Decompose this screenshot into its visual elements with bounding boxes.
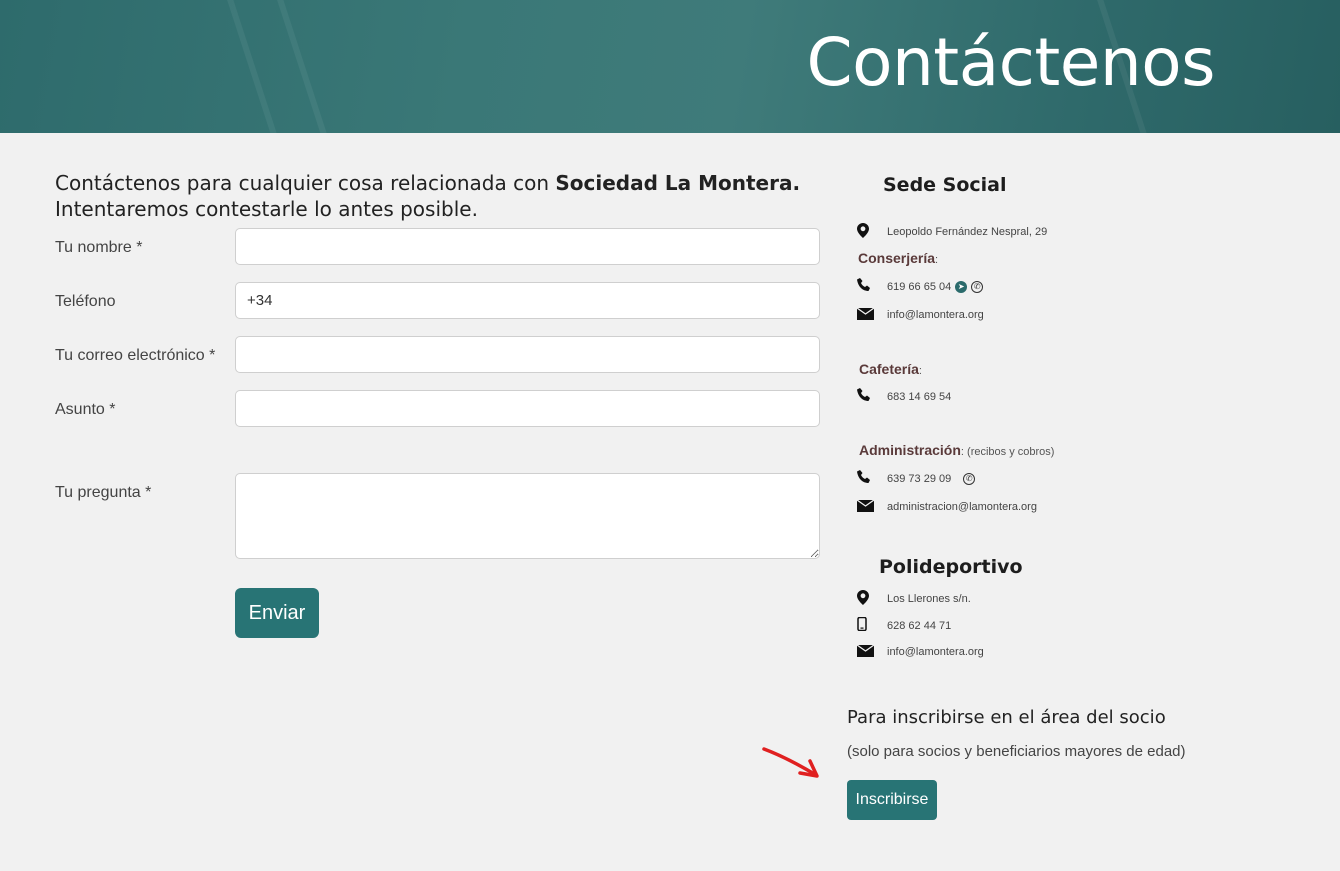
intro-text: Contáctenos para cualquier cosa relacion… [55, 170, 800, 222]
email-row: Tu correo electrónico * [55, 336, 820, 373]
conserjeria-phone: 619 66 65 04 [887, 280, 952, 293]
name-label: Tu nombre * [55, 239, 143, 256]
polideportivo-address-row: Los Llerones s/n. [857, 590, 971, 608]
intro-line1: Contáctenos para cualquier cosa relacion… [55, 171, 556, 195]
banner-decoration [222, 0, 284, 133]
subject-row: Asunto * [55, 390, 820, 427]
envelope-icon [856, 307, 887, 323]
sede-address: Leopoldo Fernández Nespral, 29 [887, 226, 1048, 238]
register-title: Para inscribirse en el área del socio [847, 707, 1166, 728]
conserjeria-email[interactable]: info@lamontera.org [887, 309, 984, 321]
question-label: Tu pregunta * [55, 484, 152, 501]
polideportivo-address: Los Llerones s/n. [887, 593, 971, 605]
sede-social-title: Sede Social [883, 174, 1007, 196]
register-button[interactable]: Inscribirse [847, 780, 937, 820]
administracion-label: Administración [859, 442, 961, 458]
location-pin-icon [857, 223, 887, 241]
register-note: (solo para socios y beneficiarios mayore… [847, 743, 1186, 760]
whatsapp-icon[interactable]: ✆ [971, 280, 984, 293]
polideportivo-title: Polideportivo [879, 556, 1023, 578]
subject-label: Asunto * [55, 401, 116, 418]
administracion-heading: Administración: (recibos y cobros) [859, 442, 1055, 458]
annotation-arrow-icon [762, 747, 819, 778]
email-input[interactable] [235, 336, 820, 373]
submit-button[interactable]: Enviar [235, 588, 319, 638]
cafeteria-label: Cafetería [859, 361, 919, 377]
polideportivo-mobile-row: 628 62 44 71 [857, 616, 952, 634]
cafeteria-phone-row: 683 14 69 54 [857, 388, 951, 405]
administracion-note: (recibos y cobros) [967, 446, 1055, 458]
phone-row: Teléfono [55, 282, 820, 319]
polideportivo-email[interactable]: info@lamontera.org [887, 646, 984, 658]
conserjeria-label: Conserjería [858, 250, 936, 266]
cafeteria-heading: Cafetería: [859, 361, 922, 377]
administracion-phone-row: 639 73 29 09 ✆ [857, 470, 976, 487]
phone-input[interactable] [235, 282, 820, 319]
question-textarea[interactable] [235, 473, 820, 559]
banner-decoration [272, 0, 334, 133]
intro-line2: Intentaremos contestarle lo antes posibl… [55, 197, 478, 221]
envelope-icon [856, 644, 887, 660]
subject-input[interactable] [235, 390, 820, 427]
polideportivo-mobile: 628 62 44 71 [887, 619, 952, 632]
administracion-email[interactable]: administracion@lamontera.org [887, 501, 1037, 513]
phone-icon [857, 388, 887, 405]
telegram-icon[interactable]: ➤ [955, 280, 968, 293]
administracion-email-row: administracion@lamontera.org [856, 499, 1037, 515]
location-pin-icon [857, 590, 887, 608]
mobile-phone-icon [857, 616, 887, 634]
name-row: Tu nombre * [55, 228, 820, 265]
page-header-banner: Contáctenos [0, 0, 1340, 133]
name-input[interactable] [235, 228, 820, 265]
email-label: Tu correo electrónico * [55, 347, 216, 364]
conserjeria-phone-row: 619 66 65 04 ➤ ✆ [857, 278, 984, 295]
phone-icon [857, 278, 887, 295]
whatsapp-icon[interactable]: ✆ [963, 472, 976, 485]
polideportivo-email-row: info@lamontera.org [856, 644, 984, 660]
conserjeria-email-row: info@lamontera.org [856, 307, 984, 323]
cafeteria-phone: 683 14 69 54 [887, 390, 952, 403]
question-row: Tu pregunta * [55, 473, 820, 559]
page-title: Contáctenos [806, 24, 1216, 101]
conserjeria-heading: Conserjería: [858, 250, 939, 266]
envelope-icon [856, 499, 887, 515]
sede-address-row: Leopoldo Fernández Nespral, 29 [857, 223, 1047, 241]
phone-label: Teléfono [55, 293, 116, 310]
phone-icon [857, 470, 887, 487]
org-name: Sociedad La Montera. [555, 171, 801, 195]
administracion-phone: 639 73 29 09 [887, 472, 952, 485]
